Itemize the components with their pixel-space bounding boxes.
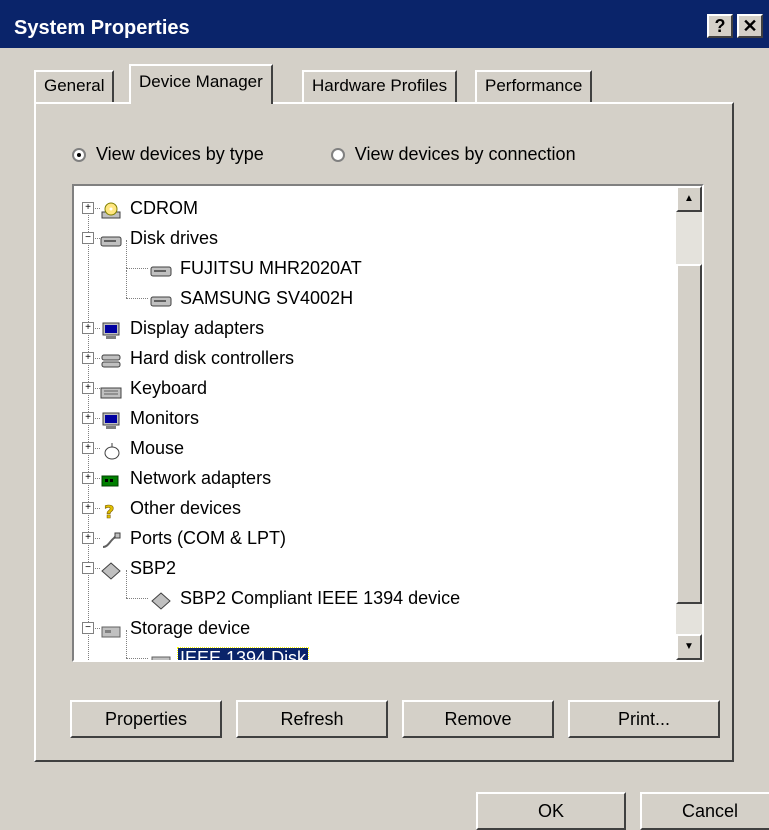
expand-plus-icon[interactable]: + [82, 352, 94, 364]
device-category-item[interactable]: SBP2 [100, 554, 178, 582]
vertical-scrollbar[interactable]: ▲ ▼ [676, 186, 702, 660]
device-item[interactable]: FUJITSU MHR2020AT [150, 254, 364, 282]
expand-plus-icon[interactable]: + [82, 322, 94, 334]
device-category-item[interactable]: Keyboard [100, 374, 209, 402]
expand-plus-icon[interactable]: + [82, 442, 94, 454]
view-by-connection-option[interactable]: View devices by connection [330, 144, 576, 164]
radio-by-connection[interactable] [330, 148, 345, 163]
mouse-icon [100, 440, 122, 460]
device-manager-panel: View devices by type View devices by con… [34, 102, 734, 762]
expand-plus-icon[interactable]: + [82, 532, 94, 544]
close-button[interactable]: ✕ [737, 14, 763, 38]
tree-connector [126, 268, 148, 269]
monitor-icon [100, 410, 122, 430]
network-adapter-icon [100, 470, 122, 488]
device-item[interactable]: SBP2 Compliant IEEE 1394 device [150, 584, 462, 612]
sbp2-diamond-icon [150, 590, 172, 610]
device-category-item[interactable]: Mouse [100, 434, 186, 462]
device-label: Disk drives [130, 228, 219, 248]
view-by-type-option[interactable]: View devices by type [72, 144, 269, 164]
title-bar: System Properties ? ✕ [0, 0, 769, 48]
cdrom-icon [100, 200, 122, 219]
tree-connector [126, 598, 148, 599]
disk-drive-icon [150, 260, 172, 278]
device-label: SBP2 [130, 558, 177, 578]
collapse-minus-icon[interactable]: − [82, 622, 94, 634]
device-label: SBP2 Compliant IEEE 1394 device [180, 588, 461, 608]
tab-device-manager[interactable]: Device Manager [129, 64, 273, 104]
collapse-minus-icon[interactable]: − [82, 562, 94, 574]
device-category-item[interactable]: Hard disk controllers [100, 344, 296, 372]
device-tree[interactable]: + CDROM − Disk drives FUJITSU MHR2020AT SAMSU… [72, 184, 704, 662]
disk-drive-icon [100, 230, 122, 248]
device-label: Keyboard [130, 378, 208, 398]
question-mark-icon: ? [100, 500, 122, 524]
tree-connector [126, 658, 148, 659]
remove-button[interactable]: Remove [402, 700, 554, 738]
device-category-item[interactable]: ? Other devices [100, 494, 243, 524]
svg-text:?: ? [104, 502, 114, 520]
device-category-item[interactable]: Storage device [100, 614, 252, 642]
print-button[interactable]: Print... [568, 700, 720, 738]
device-category-item[interactable]: Ports (COM & LPT) [100, 524, 288, 552]
device-category-item[interactable]: Monitors [100, 404, 201, 432]
disk-drive-icon [150, 290, 172, 308]
device-label: Mouse [130, 438, 185, 458]
view-options: View devices by type View devices by con… [72, 144, 576, 165]
properties-button[interactable]: Properties [70, 700, 222, 738]
device-label: Hard disk controllers [130, 348, 295, 368]
expand-plus-icon[interactable]: + [82, 412, 94, 424]
device-category-item[interactable]: Display adapters [100, 314, 266, 342]
hard-disk-controller-icon [100, 350, 122, 368]
tree-root-line [88, 208, 89, 660]
tab-hardware-profiles[interactable]: Hardware Profiles [302, 70, 458, 102]
device-label: CDROM [130, 198, 198, 218]
window-title: System Properties [14, 17, 190, 39]
device-label: Ports (COM & LPT) [130, 528, 287, 548]
keyboard-icon [100, 380, 122, 399]
cancel-button[interactable]: Cancel [640, 792, 769, 830]
device-label: Other devices [130, 498, 242, 518]
view-by-connection-label: View devices by connection [354, 144, 576, 164]
device-item[interactable]: IEEE 1394 Disk [150, 644, 310, 660]
device-tree-items: + CDROM − Disk drives FUJITSU MHR2020AT SAMSU… [74, 186, 678, 660]
expand-plus-icon[interactable]: + [82, 502, 94, 514]
scroll-thumb[interactable] [676, 264, 702, 604]
tree-connector [126, 630, 127, 658]
tree-connector [126, 298, 148, 299]
expand-plus-icon[interactable]: + [82, 472, 94, 484]
display-adapter-icon [100, 320, 122, 340]
device-label: Network adapters [130, 468, 272, 488]
ok-button[interactable]: OK [476, 792, 626, 830]
port-icon [100, 530, 122, 549]
view-by-type-label: View devices by type [96, 144, 264, 164]
device-label: Display adapters [130, 318, 265, 338]
refresh-button[interactable]: Refresh [236, 700, 388, 738]
device-category-item[interactable]: Network adapters [100, 464, 273, 492]
device-label: SAMSUNG SV4002H [180, 288, 354, 308]
device-item[interactable]: SAMSUNG SV4002H [150, 284, 355, 312]
tab-general[interactable]: General [34, 70, 115, 102]
device-category-item[interactable]: Disk drives [100, 224, 220, 252]
scroll-up-arrow-icon[interactable]: ▲ [676, 186, 702, 212]
expand-plus-icon[interactable]: + [82, 202, 94, 214]
storage-device-icon [100, 620, 122, 638]
radio-by-type[interactable] [72, 148, 86, 163]
device-label: IEEE 1394 Disk [176, 647, 310, 660]
expand-plus-icon[interactable]: + [82, 382, 94, 394]
device-label: Monitors [130, 408, 200, 428]
sbp2-diamond-icon [100, 560, 122, 580]
storage-device-icon [150, 650, 172, 660]
device-label: Storage device [130, 618, 251, 638]
scroll-down-arrow-icon[interactable]: ▼ [676, 634, 702, 660]
tree-connector [126, 270, 127, 298]
tree-connector [126, 570, 127, 598]
help-button[interactable]: ? [707, 14, 733, 38]
tree-connector [126, 240, 127, 268]
tab-performance[interactable]: Performance [475, 70, 593, 102]
device-category-item[interactable]: CDROM [100, 194, 200, 222]
device-label: FUJITSU MHR2020AT [180, 258, 362, 278]
collapse-minus-icon[interactable]: − [82, 232, 94, 244]
